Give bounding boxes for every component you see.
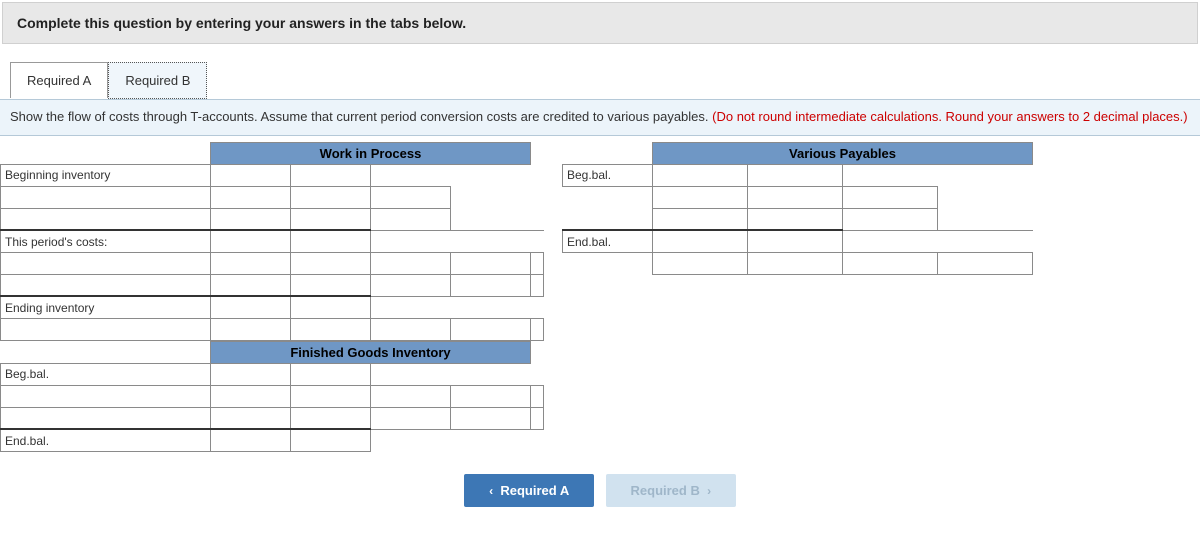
chevron-right-icon: › <box>707 484 711 498</box>
fgi-r3-label[interactable] <box>1 407 211 429</box>
vp-r5-3[interactable] <box>843 252 938 274</box>
fgi-r2-4[interactable] <box>451 385 531 407</box>
fgi-r3-2[interactable] <box>291 407 371 429</box>
wip-r6-2[interactable] <box>291 274 371 296</box>
vp-b-2[interactable] <box>748 164 843 186</box>
fgi-r2-label[interactable] <box>1 385 211 407</box>
fgi-r3-1[interactable] <box>211 407 291 429</box>
wip-r5-4[interactable] <box>451 252 531 274</box>
fgi-b-1[interactable] <box>211 363 291 385</box>
vp-r2-1[interactable] <box>653 186 748 208</box>
wip-r2-1[interactable] <box>211 186 291 208</box>
table-vp: Various Payables Beg.bal. <box>562 142 1033 275</box>
vp-r3-2[interactable] <box>748 208 843 230</box>
fgi-e-1[interactable] <box>211 429 291 451</box>
wip-r6-1[interactable] <box>211 274 291 296</box>
wip-title: Work in Process <box>211 142 531 164</box>
wip-r6-5[interactable] <box>531 274 544 296</box>
wip-r6-3[interactable] <box>371 274 451 296</box>
wip-e-2[interactable] <box>291 296 371 318</box>
next-label: Required B <box>631 483 700 498</box>
wip-r8-3[interactable] <box>371 318 451 340</box>
wip-r5-3[interactable] <box>371 252 451 274</box>
vp-r3-3[interactable] <box>843 208 938 230</box>
wip-beginning-label: Beginning inventory <box>1 164 211 186</box>
wip-r2-2[interactable] <box>291 186 371 208</box>
fgi-e-2[interactable] <box>291 429 371 451</box>
wip-r5-1[interactable] <box>211 252 291 274</box>
vp-b-1[interactable] <box>653 164 748 186</box>
table-wip: Work in Process Beginning inventory <box>0 142 544 341</box>
wip-r8-5[interactable] <box>531 318 544 340</box>
vp-r2-2[interactable] <box>748 186 843 208</box>
wip-r2-label[interactable] <box>1 186 211 208</box>
vp-e-2[interactable] <box>748 230 843 252</box>
instruction-text: Show the flow of costs through T-account… <box>10 109 712 124</box>
fgi-title: Finished Goods Inventory <box>211 341 531 363</box>
vp-r5-4[interactable] <box>938 252 1033 274</box>
fgi-r2-3[interactable] <box>371 385 451 407</box>
wip-r3-1[interactable] <box>211 208 291 230</box>
vp-r5-2[interactable] <box>748 252 843 274</box>
wip-r2-3[interactable] <box>371 186 451 208</box>
instruction-bar: Show the flow of costs through T-account… <box>0 99 1200 136</box>
fgi-end-label: End.bal. <box>1 429 211 451</box>
fgi-r2-1[interactable] <box>211 385 291 407</box>
fgi-beg-label: Beg.bal. <box>1 363 211 385</box>
prev-label: Required A <box>500 483 569 498</box>
vp-end-label: End.bal. <box>563 230 653 252</box>
table-fgi: Finished Goods Inventory Beg.bal. <box>0 341 544 452</box>
vp-beg-label: Beg.bal. <box>563 164 653 186</box>
wip-p-1[interactable] <box>211 230 291 252</box>
vp-e-1[interactable] <box>653 230 748 252</box>
fgi-r3-5[interactable] <box>531 407 544 429</box>
wip-r8-4[interactable] <box>451 318 531 340</box>
wip-r6-4[interactable] <box>451 274 531 296</box>
wip-r3-3[interactable] <box>371 208 451 230</box>
vp-title: Various Payables <box>653 142 1033 164</box>
tab-required-a[interactable]: Required A <box>10 62 108 98</box>
wip-beg-1[interactable] <box>211 164 291 186</box>
wip-r3-2[interactable] <box>291 208 371 230</box>
fgi-b-2[interactable] <box>291 363 371 385</box>
fgi-r3-3[interactable] <box>371 407 451 429</box>
fgi-r3-4[interactable] <box>451 407 531 429</box>
wip-ending-label: Ending inventory <box>1 296 211 318</box>
wip-p-2[interactable] <box>291 230 371 252</box>
instruction-red: (Do not round intermediate calculations.… <box>712 109 1187 124</box>
fgi-r2-2[interactable] <box>291 385 371 407</box>
tab-required-b[interactable]: Required B <box>108 62 207 99</box>
wip-r8-2[interactable] <box>291 318 371 340</box>
wip-r3-label[interactable] <box>1 208 211 230</box>
left-column: Work in Process Beginning inventory <box>0 142 544 452</box>
wip-r5-label[interactable] <box>1 252 211 274</box>
wip-e-1[interactable] <box>211 296 291 318</box>
wip-r6-label[interactable] <box>1 274 211 296</box>
next-button: Required B › <box>606 474 736 507</box>
nav-buttons: ‹ Required A Required B › <box>0 452 1200 521</box>
vp-r5-1[interactable] <box>653 252 748 274</box>
fgi-r2-5[interactable] <box>531 385 544 407</box>
wip-period-label: This period's costs: <box>1 230 211 252</box>
wip-r8-1[interactable] <box>211 318 291 340</box>
chevron-left-icon: ‹ <box>489 484 493 498</box>
right-column: Various Payables Beg.bal. <box>562 142 1033 275</box>
vp-r3-1[interactable] <box>653 208 748 230</box>
instructions-header: Complete this question by entering your … <box>2 2 1198 44</box>
wip-r5-5[interactable] <box>531 252 544 274</box>
wip-r5-2[interactable] <box>291 252 371 274</box>
wip-beg-2[interactable] <box>291 164 371 186</box>
vp-r2-3[interactable] <box>843 186 938 208</box>
wip-r8-label[interactable] <box>1 318 211 340</box>
prev-button[interactable]: ‹ Required A <box>464 474 594 507</box>
tabs-row: Required ARequired B <box>0 46 1200 99</box>
